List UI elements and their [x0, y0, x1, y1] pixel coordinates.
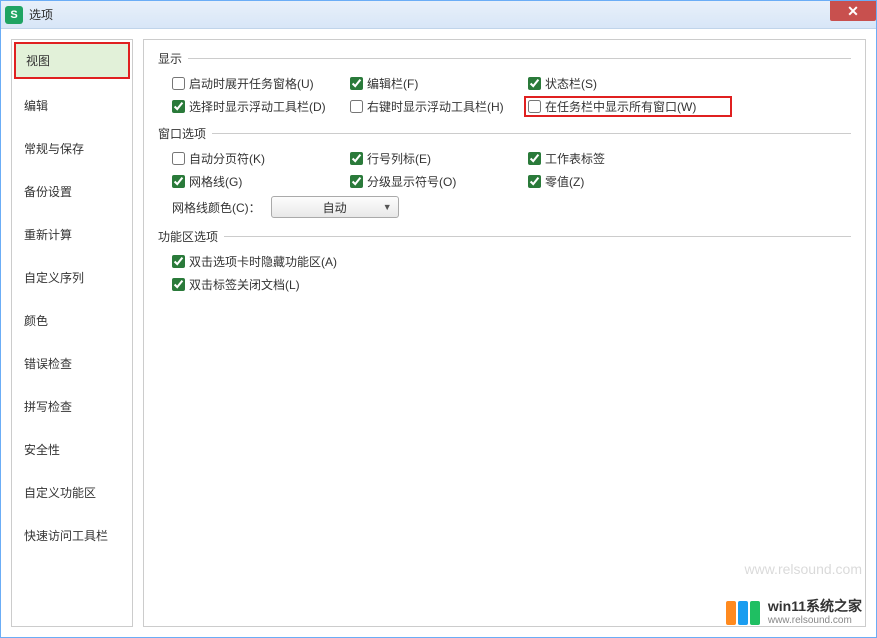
display-label-1: 编辑栏(F) — [367, 75, 418, 92]
brand-url: www.relsound.com — [768, 615, 862, 627]
display-option-1[interactable]: 编辑栏(F) — [350, 75, 520, 92]
display-label-3: 选择时显示浮动工具栏(D) — [189, 98, 326, 115]
close-icon: ✕ — [847, 3, 859, 20]
display-option-4[interactable]: 右键时显示浮动工具栏(H) — [350, 98, 520, 115]
titlebar: S 选项 ✕ — [1, 1, 876, 29]
section-header: 功能区选项 — [158, 228, 851, 245]
gridline-color-dropdown[interactable]: 自动 ▼ — [271, 196, 399, 218]
ribbon-label-1: 双击标签关闭文档(L) — [189, 276, 300, 293]
ribbon-checkbox-0[interactable] — [172, 255, 185, 268]
sidebar-item-5[interactable]: 自定义序列 — [14, 261, 130, 294]
divider — [224, 236, 851, 237]
window-checkbox-4[interactable] — [350, 175, 363, 188]
section-display: 显示 启动时展开任务窗格(U) 编辑栏(F) 状态栏(S) 选择时显示浮动工具栏(D)… — [158, 50, 851, 115]
display-label-0: 启动时展开任务窗格(U) — [189, 75, 314, 92]
options-dialog: S 选项 ✕ 视图编辑常规与保存备份设置重新计算自定义序列颜色错误检查拼写检查安… — [0, 0, 877, 638]
section-ribbon: 功能区选项 双击选项卡时隐藏功能区(A) 双击标签关闭文档(L) — [158, 228, 851, 293]
chevron-down-icon: ▼ — [383, 202, 392, 212]
divider — [188, 58, 851, 59]
section-title-window: 窗口选项 — [158, 125, 206, 142]
display-checkbox-1[interactable] — [350, 77, 363, 90]
window-label-4: 分级显示符号(O) — [367, 173, 456, 190]
window-option-2[interactable]: 工作表标签 — [528, 150, 728, 167]
section-title-ribbon: 功能区选项 — [158, 228, 218, 245]
display-checkbox-3[interactable] — [172, 100, 185, 113]
brand-bar-0 — [726, 601, 736, 625]
window-label-1: 行号列标(E) — [367, 150, 431, 167]
section-window-opts: 窗口选项 自动分页符(K) 行号列标(E) 工作表标签网格线(G) 分级显示符号(O)… — [158, 125, 851, 218]
brand-logo — [726, 601, 760, 625]
window-checkbox-2[interactable] — [528, 152, 541, 165]
section-header: 窗口选项 — [158, 125, 851, 142]
window-label-0: 自动分页符(K) — [189, 150, 265, 167]
sidebar-item-6[interactable]: 颜色 — [14, 304, 130, 337]
display-checkbox-2[interactable] — [528, 77, 541, 90]
display-options-grid: 启动时展开任务窗格(U) 编辑栏(F) 状态栏(S) 选择时显示浮动工具栏(D) 右键时… — [158, 75, 851, 115]
sidebar-item-2[interactable]: 常规与保存 — [14, 132, 130, 165]
ribbon-option-1[interactable]: 双击标签关闭文档(L) — [172, 276, 851, 293]
display-checkbox-5[interactable] — [528, 100, 541, 113]
window-option-0[interactable]: 自动分页符(K) — [172, 150, 342, 167]
sidebar-item-11[interactable]: 快速访问工具栏 — [14, 519, 130, 552]
window-option-3[interactable]: 网格线(G) — [172, 173, 342, 190]
window-option-4[interactable]: 分级显示符号(O) — [350, 173, 520, 190]
brand-bar-1 — [738, 601, 748, 625]
window-option-1[interactable]: 行号列标(E) — [350, 150, 520, 167]
window-option-5[interactable]: 零值(Z) — [528, 173, 728, 190]
gridline-color-label: 网格线颜色(C)： — [172, 199, 261, 216]
window-options-grid: 自动分页符(K) 行号列标(E) 工作表标签网格线(G) 分级显示符号(O) 零值(Z) — [158, 150, 851, 190]
content-panel: 显示 启动时展开任务窗格(U) 编辑栏(F) 状态栏(S) 选择时显示浮动工具栏(D)… — [143, 39, 866, 627]
display-label-4: 右键时显示浮动工具栏(H) — [367, 98, 504, 115]
sidebar-item-1[interactable]: 编辑 — [14, 89, 130, 122]
brand-text: win11系统之家 www.relsound.com — [768, 598, 862, 627]
window-label-5: 零值(Z) — [545, 173, 584, 190]
sidebar-item-4[interactable]: 重新计算 — [14, 218, 130, 251]
ribbon-option-0[interactable]: 双击选项卡时隐藏功能区(A) — [172, 253, 851, 270]
gridline-color-row: 网格线颜色(C)： 自动 ▼ — [158, 196, 851, 218]
sidebar: 视图编辑常规与保存备份设置重新计算自定义序列颜色错误检查拼写检查安全性自定义功能… — [11, 39, 133, 627]
brand-bar-2 — [750, 601, 760, 625]
display-checkbox-0[interactable] — [172, 77, 185, 90]
sidebar-item-9[interactable]: 安全性 — [14, 433, 130, 466]
display-label-2: 状态栏(S) — [545, 75, 597, 92]
display-option-0[interactable]: 启动时展开任务窗格(U) — [172, 75, 342, 92]
ribbon-label-0: 双击选项卡时隐藏功能区(A) — [189, 253, 337, 270]
display-checkbox-4[interactable] — [350, 100, 363, 113]
ribbon-options: 双击选项卡时隐藏功能区(A) 双击标签关闭文档(L) — [158, 253, 851, 293]
section-header: 显示 — [158, 50, 851, 67]
close-button[interactable]: ✕ — [830, 1, 876, 21]
window-checkbox-5[interactable] — [528, 175, 541, 188]
brand-name: win11系统之家 — [768, 598, 862, 615]
dropdown-value: 自动 — [323, 199, 347, 216]
sidebar-item-3[interactable]: 备份设置 — [14, 175, 130, 208]
window-label-2: 工作表标签 — [545, 150, 605, 167]
footer-brand: win11系统之家 www.relsound.com — [726, 598, 862, 627]
sidebar-item-8[interactable]: 拼写检查 — [14, 390, 130, 423]
sidebar-item-0[interactable]: 视图 — [14, 42, 130, 79]
app-icon: S — [5, 6, 23, 24]
display-option-3[interactable]: 选择时显示浮动工具栏(D) — [172, 98, 342, 115]
dialog-body: 视图编辑常规与保存备份设置重新计算自定义序列颜色错误检查拼写检查安全性自定义功能… — [1, 29, 876, 637]
window-checkbox-1[interactable] — [350, 152, 363, 165]
window-title: 选项 — [29, 6, 53, 23]
window-checkbox-3[interactable] — [172, 175, 185, 188]
ribbon-checkbox-1[interactable] — [172, 278, 185, 291]
section-title-display: 显示 — [158, 50, 182, 67]
window-checkbox-0[interactable] — [172, 152, 185, 165]
sidebar-item-10[interactable]: 自定义功能区 — [14, 476, 130, 509]
sidebar-item-7[interactable]: 错误检查 — [14, 347, 130, 380]
display-option-5[interactable]: 在任务栏中显示所有窗口(W) — [524, 96, 732, 117]
display-label-5: 在任务栏中显示所有窗口(W) — [545, 98, 696, 115]
window-label-3: 网格线(G) — [189, 173, 242, 190]
display-option-2[interactable]: 状态栏(S) — [528, 75, 728, 92]
divider — [212, 133, 851, 134]
